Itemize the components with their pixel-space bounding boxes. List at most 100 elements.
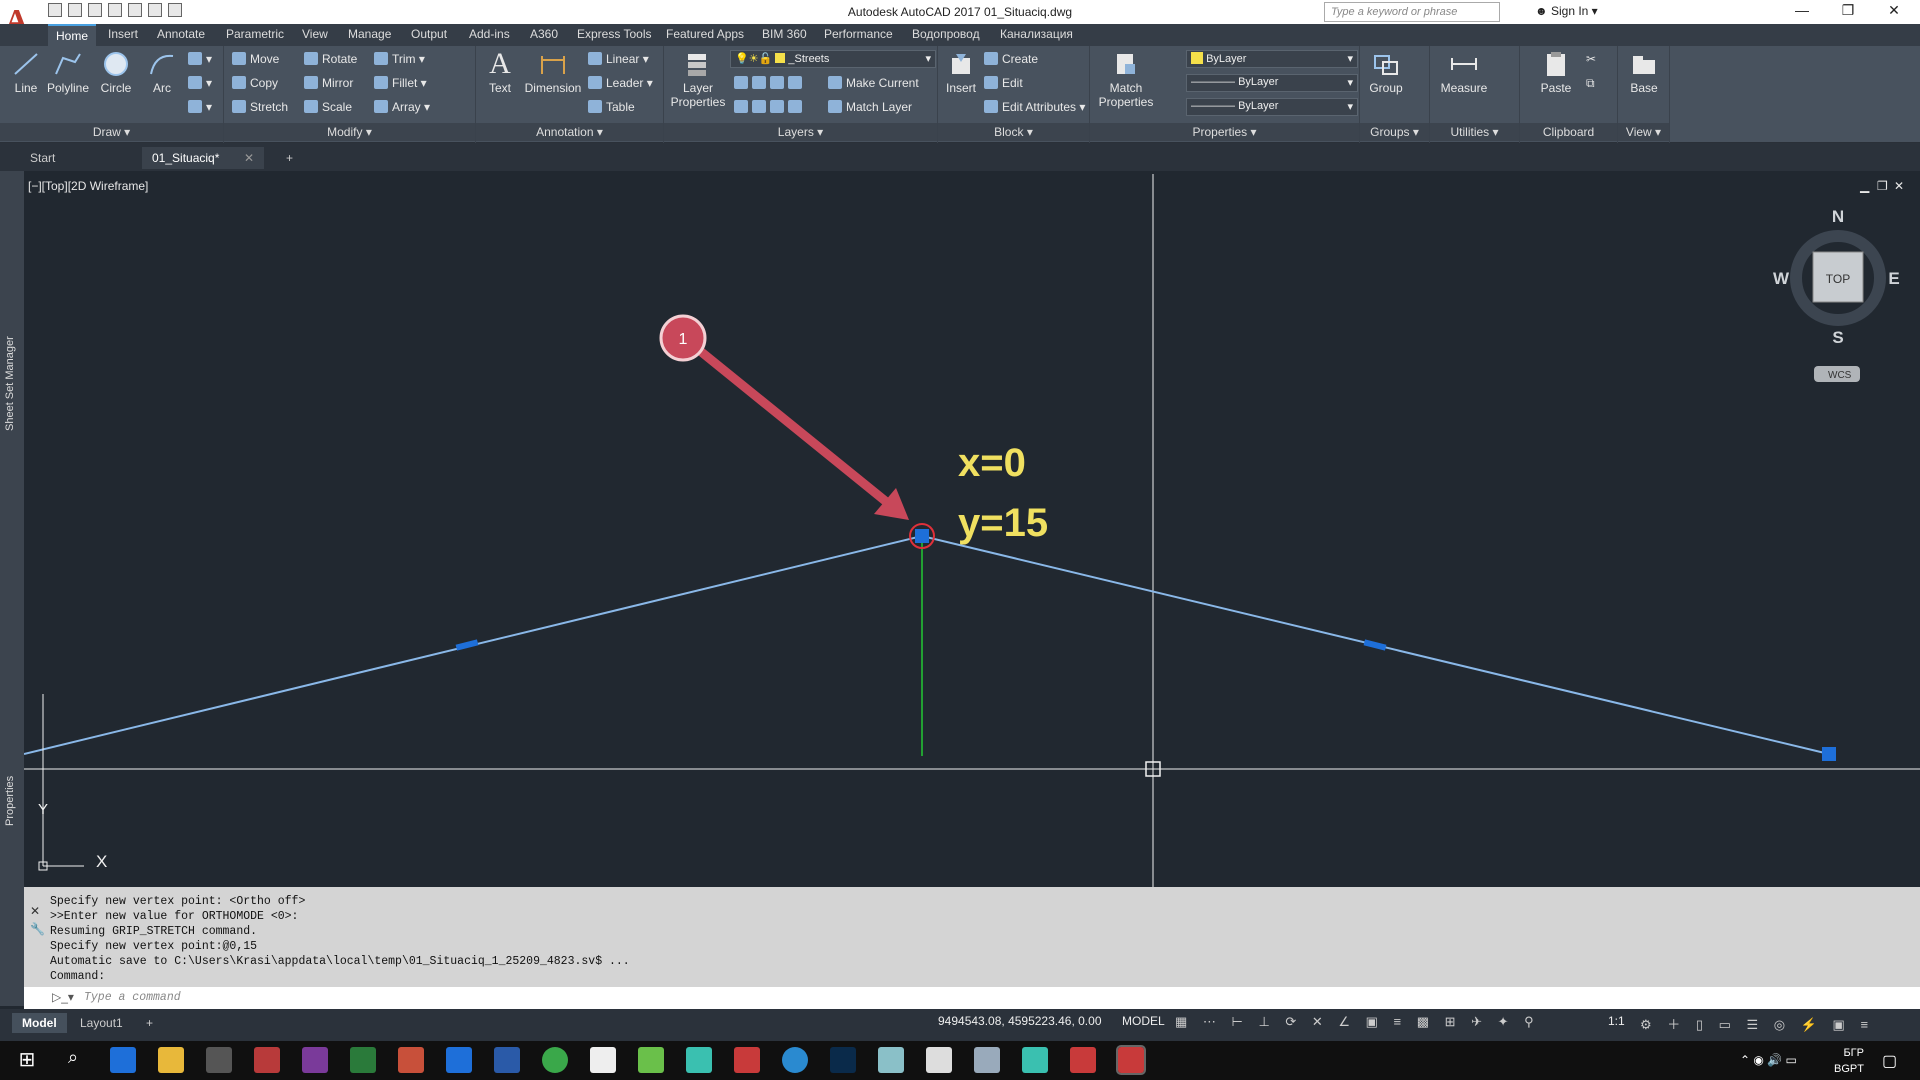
linetype-dropdown[interactable]: ———— ByLayer ▾ (1186, 74, 1358, 92)
dimension-button[interactable]: Dimension (520, 50, 586, 95)
close-command-line-icon[interactable]: ✕ (30, 904, 40, 918)
edge-icon[interactable] (110, 1047, 136, 1073)
sign-in-button[interactable]: ☻ Sign In ▾ (1535, 4, 1598, 18)
status-tools[interactable]: ⚙ ＋ ▯ ▭ ☰ ◎ ⚡ ▣ ≡ (1640, 1014, 1874, 1033)
tab-addins[interactable]: Add-ins (469, 27, 510, 41)
mirror-button[interactable]: Mirror (304, 76, 353, 94)
table-button[interactable]: Table (588, 100, 635, 118)
fillet-button[interactable]: Fillet ▾ (374, 76, 427, 94)
draw-panel-label[interactable]: Draw ▾ (0, 123, 223, 141)
drawing-viewport[interactable]: 1 x=0 y=15 Y X TOP N S E W WCS ▁ ❐ ✕ (24, 174, 1920, 887)
tab-parametric[interactable]: Parametric (226, 27, 284, 41)
utilities-panel-label[interactable]: Utilities ▾ (1430, 123, 1519, 141)
layer-dropdown[interactable]: 💡☀🔓 _Streets ▾ (730, 50, 936, 68)
access-icon[interactable] (254, 1047, 280, 1073)
command-prompt-icon[interactable]: ▷_▾ (52, 990, 74, 1004)
text-button[interactable]: A Text (476, 49, 524, 96)
filezilla-icon[interactable] (1070, 1047, 1096, 1073)
store-icon[interactable] (206, 1047, 232, 1073)
minimize-button[interactable]: — (1782, 2, 1822, 18)
layer-tools-row1[interactable] (734, 76, 806, 94)
tab-manage[interactable]: Manage (348, 27, 391, 41)
autocad-active-icon[interactable] (1116, 1045, 1146, 1075)
color-dropdown[interactable]: ByLayer ▾ (1186, 50, 1358, 68)
viewcube-west[interactable]: W (1773, 269, 1790, 288)
rotate-button[interactable]: Rotate (304, 52, 357, 70)
status-toggles[interactable]: ▦ ⋯ ⊢ ⊥ ⟳ ✕ ∠ ▣ ≡ ▩ ⊞ ✈ ✦ ⚲ (1175, 1014, 1540, 1030)
notepad-icon[interactable] (590, 1047, 616, 1073)
print-icon[interactable] (168, 3, 182, 17)
tab-drawing[interactable]: 01_Situaciq* ✕ (142, 147, 264, 169)
make-current-button[interactable]: Make Current (828, 76, 919, 94)
tab-performance[interactable]: Performance (824, 27, 893, 41)
model-space-toggle[interactable]: MODEL (1122, 1014, 1165, 1028)
tab-featured-apps[interactable]: Featured Apps (666, 27, 744, 41)
drawing-canvas[interactable]: 1 x=0 y=15 Y X TOP N S E W WCS ▁ ❐ ✕ (24, 174, 1920, 887)
annotation-panel-label[interactable]: Annotation ▾ (476, 123, 663, 141)
tab-express-tools[interactable]: Express Tools (577, 27, 651, 41)
tab-model[interactable]: Model (12, 1013, 67, 1033)
rectangle-icon[interactable]: ▾ (188, 52, 212, 70)
layers-panel-label[interactable]: Layers ▾ (664, 123, 937, 141)
tab-layout1[interactable]: Layout1 (70, 1013, 133, 1033)
maximize-button[interactable]: ❐ (1828, 2, 1868, 19)
calculator-icon[interactable] (926, 1047, 952, 1073)
outlook-icon[interactable] (446, 1047, 472, 1073)
leader-button[interactable]: Leader ▾ (588, 76, 653, 94)
viewcube-south[interactable]: S (1832, 328, 1843, 347)
move-button[interactable]: Move (232, 52, 279, 70)
copy-button[interactable]: Copy (232, 76, 278, 94)
create-block-button[interactable]: Create (984, 52, 1038, 70)
cut-icon[interactable]: ✂ (1586, 52, 1596, 70)
notification-icon[interactable]: ▢ (1882, 1051, 1897, 1071)
open-icon[interactable] (68, 3, 82, 17)
viewport-restore-icon[interactable]: ❐ (1877, 179, 1888, 193)
sheet-set-manager-tab[interactable]: Sheet Set Manager (4, 311, 16, 431)
autocad-taskbar-icon[interactable] (734, 1047, 760, 1073)
clipboard-panel-label[interactable]: Clipboard (1520, 123, 1617, 141)
file-explorer-icon[interactable] (158, 1047, 184, 1073)
tab-vodoprovod[interactable]: Водопровод (912, 27, 980, 41)
layer-tools-row2[interactable] (734, 100, 806, 118)
tab-bim360[interactable]: BIM 360 (762, 27, 807, 41)
chrome-icon[interactable] (542, 1047, 568, 1073)
array-button[interactable]: Array ▾ (374, 100, 430, 118)
tab-a360[interactable]: A360 (530, 27, 558, 41)
tab-view[interactable]: View (302, 27, 328, 41)
measure-button[interactable]: Measure (1434, 50, 1494, 95)
undo-icon[interactable] (128, 3, 142, 17)
hatch-icon[interactable]: ▾ (188, 76, 212, 94)
close-tab-icon[interactable]: ✕ (244, 151, 254, 165)
viewport-close-icon[interactable]: ✕ (1894, 179, 1904, 193)
base-button[interactable]: Base (1618, 50, 1670, 95)
layer-properties-button[interactable]: Layer Properties (664, 50, 732, 109)
match-properties-button[interactable]: Match Properties (1098, 50, 1154, 109)
properties-panel-label[interactable]: Properties ▾ (1090, 123, 1359, 141)
app4-icon[interactable] (1022, 1047, 1048, 1073)
word-icon[interactable] (494, 1047, 520, 1073)
tab-home[interactable]: Home (48, 24, 97, 46)
system-tray-icons[interactable]: ⌃ ◉ 🔊 ▭ (1740, 1053, 1797, 1067)
insert-block-button[interactable]: Insert (938, 50, 984, 95)
tab-kanalizacia[interactable]: Канализация (1000, 27, 1073, 41)
stretch-button[interactable]: Stretch (232, 100, 288, 118)
help-search-input[interactable]: Type a keyword or phrase (1324, 2, 1500, 22)
properties-palette-tab[interactable]: Properties (4, 746, 16, 826)
coordinate-readout[interactable]: 9494543.08, 4595223.46, 0.00 (938, 1014, 1102, 1028)
redo-icon[interactable] (148, 3, 162, 17)
input-language[interactable]: БГР BGPT (1834, 1045, 1864, 1077)
app2-icon[interactable] (878, 1047, 904, 1073)
boundary-icon[interactable]: ▾ (188, 100, 212, 118)
viewcube-north[interactable]: N (1832, 207, 1844, 226)
group-button[interactable]: Group (1360, 50, 1412, 95)
close-button[interactable]: ✕ (1874, 2, 1914, 19)
onenote-icon[interactable] (302, 1047, 328, 1073)
command-input[interactable]: Type a command (24, 987, 1920, 1009)
tab-start[interactable]: Start (20, 147, 140, 169)
windows-start-icon[interactable]: ⊞ (14, 1047, 40, 1073)
linear-dimension-button[interactable]: Linear ▾ (588, 52, 649, 70)
view-panel-label[interactable]: View ▾ (1618, 123, 1669, 141)
powerpoint-icon[interactable] (398, 1047, 424, 1073)
viewport-controls-label[interactable]: [−][Top][2D Wireframe] (28, 179, 148, 193)
arc-button[interactable]: Arc (136, 50, 188, 95)
